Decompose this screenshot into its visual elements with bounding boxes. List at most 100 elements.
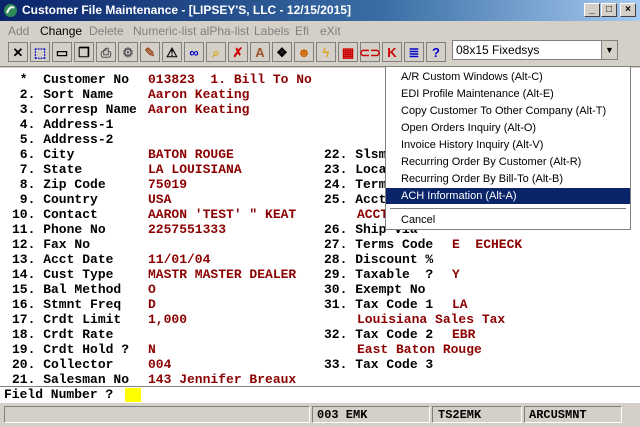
- field-value: D: [148, 297, 156, 312]
- new-document-icon[interactable]: ▭: [52, 42, 72, 62]
- menu-bar: Add Change Delete Numeric-list alPha-lis…: [0, 22, 640, 40]
- menu-open-orders[interactable]: Open Orders Inquiry (Alt-O): [386, 120, 630, 136]
- menu-ar-custom-windows[interactable]: A/R Custom Windows (Alt-C): [386, 69, 630, 85]
- field-value: LA: [452, 297, 468, 312]
- field-value: 004: [148, 357, 172, 372]
- prompt-line: Field Number ?: [0, 386, 640, 403]
- field-label: 16. Stmnt Freq: [12, 297, 122, 312]
- chevron-down-icon[interactable]: ▼: [601, 41, 617, 59]
- menu-recurring-customer[interactable]: Recurring Order By Customer (Alt-R): [386, 154, 630, 170]
- red-book-icon[interactable]: K: [382, 42, 402, 62]
- status-program: ARCUSMNT: [524, 406, 622, 423]
- app-icon: [4, 4, 17, 17]
- list-icon[interactable]: ≣: [404, 42, 424, 62]
- field-value: 013823 1. Bill To No: [148, 72, 312, 87]
- font-select[interactable]: 08x15 Fixedsys ▼: [452, 40, 618, 60]
- field-value: Aaron Keating: [148, 102, 250, 117]
- calculator-icon[interactable]: ▦: [338, 42, 358, 62]
- field-label: 27. Terms Code: [324, 237, 434, 252]
- field-label: 25. Acct: [324, 192, 387, 207]
- field-value: AARON 'TEST' " KEAT: [148, 207, 297, 222]
- field-value: 1,000: [148, 312, 188, 327]
- field-value: BATON ROUGE: [148, 147, 234, 162]
- field-label: 8. Zip Code: [12, 177, 106, 192]
- field-label: 11. Phone No: [12, 222, 106, 237]
- field-label: 7. State: [12, 162, 83, 177]
- menu-copy-customer[interactable]: Copy Customer To Other Company (Alt-T): [386, 103, 630, 119]
- tools-icon[interactable]: ✗: [228, 42, 248, 62]
- pencil-icon[interactable]: ✎: [140, 42, 160, 62]
- pdf-icon[interactable]: A: [250, 42, 270, 62]
- menu-recurring-billto[interactable]: Recurring Order By Bill-To (Alt-B): [386, 171, 630, 187]
- field-label: 15. Bal Method: [12, 282, 122, 297]
- field-label: 20. Collector: [12, 357, 114, 372]
- field-label: 28. Discount %: [324, 252, 434, 267]
- menu-numeric-list[interactable]: Numeric-list: [133, 24, 196, 38]
- menu-labels[interactable]: Labels: [254, 24, 289, 38]
- menu-ach-information[interactable]: ACH Information (Alt-A): [386, 188, 630, 204]
- copy-icon[interactable]: ❐: [74, 42, 94, 62]
- field-label: 14. Cust Type: [12, 267, 114, 282]
- field-label: 5. Address-2: [12, 132, 114, 147]
- settings-icon[interactable]: ⚙: [118, 42, 138, 62]
- field-label: 19. Crdt Hold ?: [12, 342, 130, 357]
- field-value: EBR: [452, 327, 476, 342]
- menu-alpha-list[interactable]: alPha-list: [200, 24, 249, 38]
- cancel-x-icon[interactable]: ✕: [8, 42, 28, 62]
- field-value: Aaron Keating: [148, 87, 250, 102]
- field-label: 31. Tax Code 1: [324, 297, 434, 312]
- field-label: 13. Acct Date: [12, 252, 114, 267]
- person-icon[interactable]: ☻: [294, 42, 314, 62]
- field-value: 143 Jennifer Breaux: [148, 372, 297, 387]
- minimize-button[interactable]: _: [584, 3, 600, 17]
- field-label: 21. Salesman No: [12, 372, 130, 387]
- help-cursor-icon[interactable]: ?: [426, 42, 446, 62]
- menu-cancel[interactable]: Cancel: [386, 212, 630, 228]
- warning-icon[interactable]: ⚠: [162, 42, 182, 62]
- binoculars-icon[interactable]: ∞: [184, 42, 204, 62]
- lightning-icon[interactable]: ϟ: [316, 42, 336, 62]
- field-value: Y: [452, 267, 460, 282]
- status-user: TS2EMK: [432, 406, 522, 423]
- menu-delete[interactable]: Delete: [89, 24, 124, 38]
- field-label: 23. Loca: [324, 162, 387, 177]
- field-label: 30. Exempt No: [324, 282, 426, 297]
- palette-icon[interactable]: ❖: [272, 42, 292, 62]
- select-icon[interactable]: ⬚: [30, 42, 50, 62]
- menu-invoice-history[interactable]: Invoice History Inquiry (Alt-V): [386, 137, 630, 153]
- maximize-button[interactable]: □: [601, 3, 617, 17]
- field-label: 18. Crdt Rate: [12, 327, 114, 342]
- menu-edi-profile[interactable]: EDI Profile Maintenance (Alt-E): [386, 86, 630, 102]
- field-label: 10. Contact: [12, 207, 98, 222]
- field-value: Louisiana Sales Tax: [357, 312, 506, 327]
- menu-change[interactable]: Change: [40, 24, 82, 38]
- field-label: 3. Corresp Name: [12, 102, 137, 117]
- field-label: 12. Fax No: [12, 237, 91, 252]
- field-value: N: [148, 342, 156, 357]
- status-blank: [4, 406, 310, 423]
- field-number-input[interactable]: [125, 388, 141, 402]
- field-label: 33. Tax Code 3: [324, 357, 434, 372]
- print-icon[interactable]: ⎙: [96, 42, 116, 62]
- field-label: 2. Sort Name: [12, 87, 114, 102]
- close-button[interactable]: ×: [620, 3, 636, 17]
- context-menu: A/R Custom Windows (Alt-C) EDI Profile M…: [385, 66, 631, 230]
- field-label: 4. Address-1: [12, 117, 114, 132]
- field-label: * Customer No: [12, 72, 130, 87]
- menu-efi[interactable]: Efi: [295, 24, 309, 38]
- field-label: 32. Tax Code 2: [324, 327, 434, 342]
- title-bar: Customer File Maintenance - [LIPSEY'S, L…: [0, 0, 640, 21]
- menu-exit[interactable]: eXit: [320, 24, 341, 38]
- field-label: 6. City: [12, 147, 75, 162]
- link-icon[interactable]: ⊂⊃: [359, 42, 381, 62]
- search-icon[interactable]: ⌕: [206, 42, 226, 62]
- field-value: LA LOUISIANA: [148, 162, 242, 177]
- field-value: 11/01/04: [148, 252, 211, 267]
- field-value: USA: [148, 192, 172, 207]
- status-company: 003 EMK: [312, 406, 430, 423]
- field-label: 17. Crdt Limit: [12, 312, 122, 327]
- status-user-text: TS2EMK: [438, 408, 482, 422]
- menu-add[interactable]: Add: [8, 24, 29, 38]
- status-bar: 003 EMK TS2EMK ARCUSMNT: [0, 403, 640, 427]
- window-title: Customer File Maintenance - [LIPSEY'S, L…: [22, 3, 351, 17]
